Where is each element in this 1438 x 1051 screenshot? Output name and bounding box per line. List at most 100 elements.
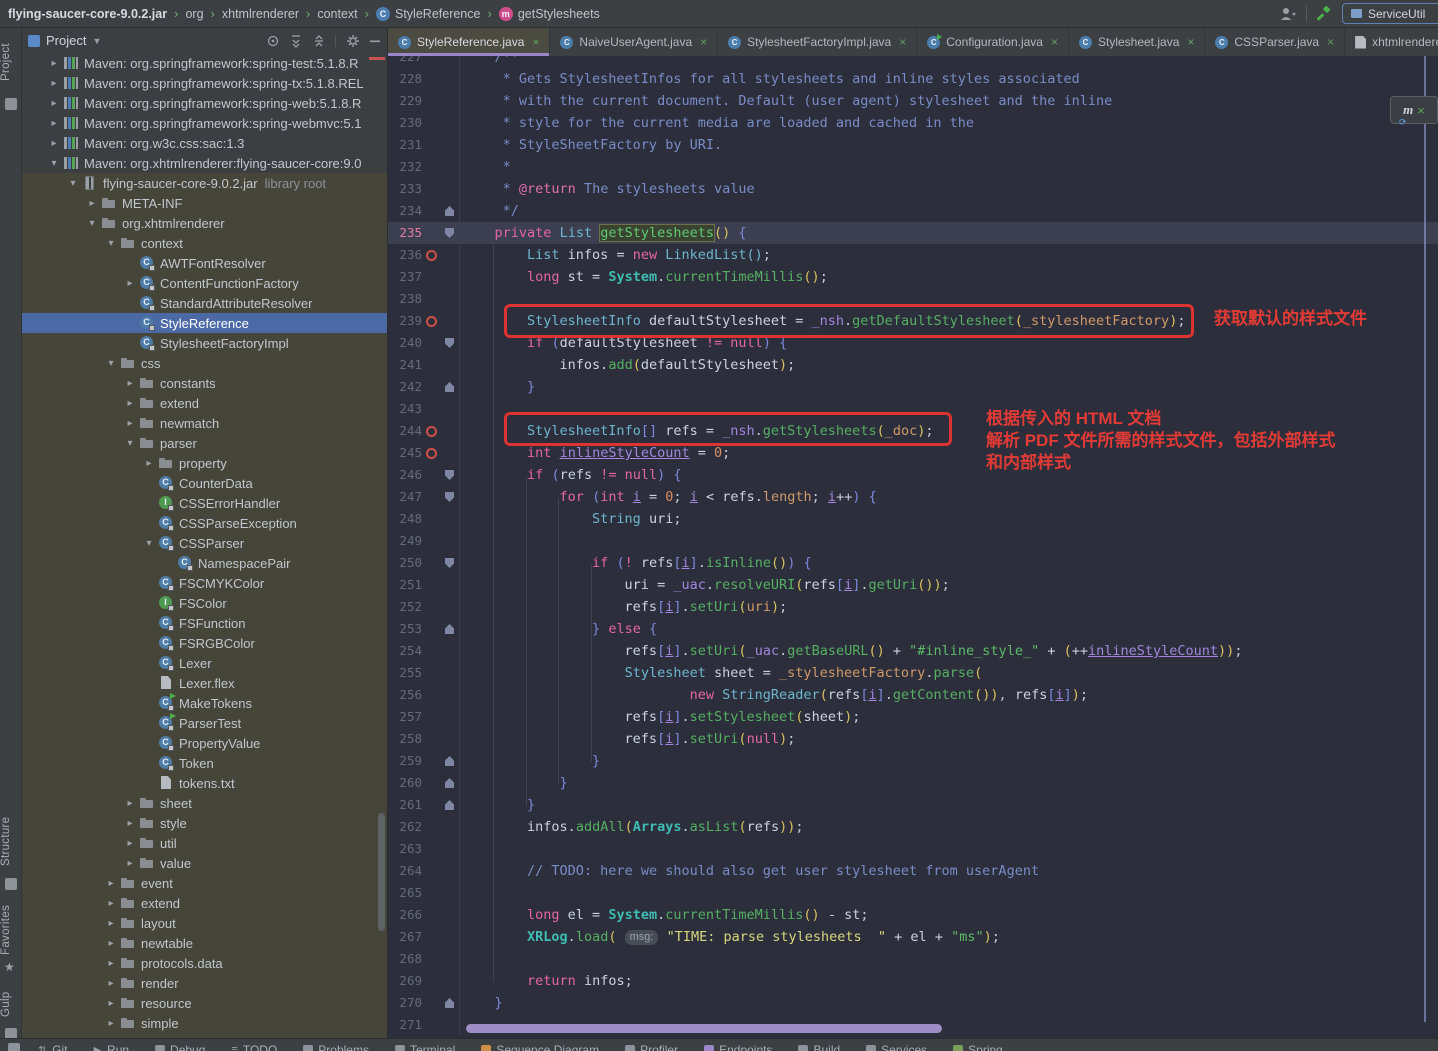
tree-collapse-arrow[interactable]: ▸	[83, 198, 101, 209]
user-icon[interactable]	[1280, 7, 1296, 21]
line-number[interactable]: 237	[388, 266, 422, 288]
tree-expanded-arrow[interactable]: ▾	[64, 178, 82, 189]
line-number[interactable]: 267	[388, 926, 422, 948]
tree-collapse-arrow[interactable]: ▸	[121, 378, 139, 389]
tree-collapse-arrow[interactable]: ▸	[45, 118, 63, 129]
breakpoint-slot[interactable]	[422, 426, 441, 437]
fold-slot[interactable]	[441, 756, 458, 766]
tab-close-icon[interactable]: ×	[532, 35, 539, 49]
line-number[interactable]: 255	[388, 662, 422, 684]
line-number[interactable]: 260	[388, 772, 422, 794]
line-number[interactable]: 252	[388, 596, 422, 618]
tree-collapse-arrow[interactable]: ▸	[102, 978, 120, 989]
tree-expanded-arrow[interactable]: ▾	[121, 438, 139, 449]
tree-item-sheet[interactable]: ▸sheet	[22, 793, 387, 813]
tree-collapse-arrow[interactable]: ▸	[45, 78, 63, 89]
line-number[interactable]: 258	[388, 728, 422, 750]
tree-item-event[interactable]: ▸event	[22, 873, 387, 893]
tree-collapse-arrow[interactable]: ▸	[121, 838, 139, 849]
line-number[interactable]: 271	[388, 1014, 422, 1036]
line-number[interactable]: 263	[388, 838, 422, 860]
tab-stylereference-java[interactable]: CStyleReference.java×	[388, 28, 550, 56]
fold-down-icon[interactable]	[445, 492, 454, 502]
code-editor[interactable]: 227 /**228 * Gets StylesheetInfos for al…	[388, 56, 1438, 1038]
statusbar-item-terminal[interactable]: Terminal	[395, 1043, 455, 1051]
statusbar-item-endpoints[interactable]: Endpoints	[704, 1043, 772, 1051]
tree-expanded-arrow[interactable]: ▾	[140, 538, 158, 549]
line-number[interactable]: 227	[388, 56, 422, 68]
tree-vertical-scrollbar[interactable]	[378, 813, 385, 931]
tree-item-render[interactable]: ▸render	[22, 973, 387, 993]
tree-collapse-arrow[interactable]: ▸	[102, 958, 120, 969]
tree-item-newtable[interactable]: ▸newtable	[22, 933, 387, 953]
line-number[interactable]: 243	[388, 398, 422, 420]
breadcrumb-item[interactable]: flying-saucer-core-9.0.2.jar	[8, 7, 167, 21]
tree-item-extend[interactable]: ▸extend	[22, 393, 387, 413]
fold-slot[interactable]	[441, 470, 458, 480]
maven-reload-widget[interactable]: m ⟳ ×	[1390, 96, 1438, 124]
line-number[interactable]: 235	[388, 222, 422, 244]
line-number[interactable]: 253	[388, 618, 422, 640]
fold-down-icon[interactable]	[445, 228, 454, 238]
fold-down-icon[interactable]	[445, 338, 454, 348]
tab-close-icon[interactable]: ×	[1051, 35, 1058, 49]
line-number[interactable]: 270	[388, 992, 422, 1014]
line-number[interactable]: 265	[388, 882, 422, 904]
statusbar-item-profiler[interactable]: Profiler	[625, 1043, 678, 1051]
line-number[interactable]: 249	[388, 530, 422, 552]
tree-collapse-arrow[interactable]: ▸	[102, 878, 120, 889]
tree-item-fsrgbcolor[interactable]: FSRGBColor	[22, 633, 387, 653]
line-number[interactable]: 254	[388, 640, 422, 662]
fold-slot[interactable]	[441, 206, 458, 216]
fold-slot[interactable]	[441, 624, 458, 634]
fold-slot[interactable]	[441, 558, 458, 568]
tree-item-cssparser[interactable]: ▾CSSParser	[22, 533, 387, 553]
line-number[interactable]: 234	[388, 200, 422, 222]
tab-stylesheetfactoryimpl-java[interactable]: CStylesheetFactoryImpl.java×	[718, 28, 917, 56]
build-hammer-icon[interactable]	[1317, 6, 1332, 21]
tab-stylesheet-java[interactable]: CStylesheet.java×	[1069, 28, 1205, 56]
structure-stripe-icon[interactable]	[5, 878, 17, 890]
line-number[interactable]: 231	[388, 134, 422, 156]
expand-all-icon[interactable]	[289, 34, 303, 48]
tab-naiveuseragent-java[interactable]: CNaiveUserAgent.java×	[550, 28, 718, 56]
line-number[interactable]: 242	[388, 376, 422, 398]
tree-item-stylesheetfactoryimpl[interactable]: StylesheetFactoryImpl	[22, 333, 387, 353]
tree-item-lexer[interactable]: Lexer	[22, 653, 387, 673]
line-number[interactable]: 232	[388, 156, 422, 178]
tree-item-csserrorhandler[interactable]: CSSErrorHandler	[22, 493, 387, 513]
breadcrumb-item[interactable]: context	[317, 7, 357, 21]
tree-item-maven-org-springframework-spring-webmvc-5-1[interactable]: ▸Maven: org.springframework:spring-webmv…	[22, 113, 387, 133]
tab-cssparser-java[interactable]: CCSSParser.java×	[1205, 28, 1345, 56]
locate-icon[interactable]	[266, 34, 280, 48]
tree-collapse-arrow[interactable]: ▸	[102, 938, 120, 949]
collapse-all-icon[interactable]	[312, 34, 326, 48]
tree-item-util[interactable]: ▸util	[22, 833, 387, 853]
tree-collapse-arrow[interactable]: ▸	[45, 58, 63, 69]
tree-item-cssparseexception[interactable]: CSSParseException	[22, 513, 387, 533]
tree-item-layout[interactable]: ▸layout	[22, 913, 387, 933]
tab-configuration-java[interactable]: CConfiguration.java×	[917, 28, 1069, 56]
tree-item-maketokens[interactable]: MakeTokens	[22, 693, 387, 713]
tree-item-meta-inf[interactable]: ▸META-INF	[22, 193, 387, 213]
breadcrumb-item[interactable]: CStyleReference	[376, 7, 480, 21]
tree-item-tokens-txt[interactable]: tokens.txt	[22, 773, 387, 793]
editor-horizontal-scrollbar[interactable]	[466, 1024, 942, 1033]
tree-expanded-arrow[interactable]: ▾	[83, 218, 101, 229]
fold-up-icon[interactable]	[445, 800, 454, 810]
line-number[interactable]: 245	[388, 442, 422, 464]
tree-item-protocols-data[interactable]: ▸protocols.data	[22, 953, 387, 973]
tree-item-value[interactable]: ▸value	[22, 853, 387, 873]
tree-item-org-xhtmlrenderer[interactable]: ▾org.xhtmlrenderer	[22, 213, 387, 233]
tree-item-context[interactable]: ▾context	[22, 233, 387, 253]
tree-item-lexer-flex[interactable]: Lexer.flex	[22, 673, 387, 693]
tree-collapse-arrow[interactable]: ▸	[45, 138, 63, 149]
tree-item-maven-org-w3c-css-sac-1-3[interactable]: ▸Maven: org.w3c.css:sac:1.3	[22, 133, 387, 153]
statusbar-item-todo[interactable]: ≡TODO	[231, 1043, 277, 1051]
fold-slot[interactable]	[441, 382, 458, 392]
tree-item-resource[interactable]: ▸resource	[22, 993, 387, 1013]
statusbar-item-debug[interactable]: Debug	[155, 1043, 205, 1051]
tree-item-property[interactable]: ▸property	[22, 453, 387, 473]
line-number[interactable]: 228	[388, 68, 422, 90]
fold-up-icon[interactable]	[445, 778, 454, 788]
